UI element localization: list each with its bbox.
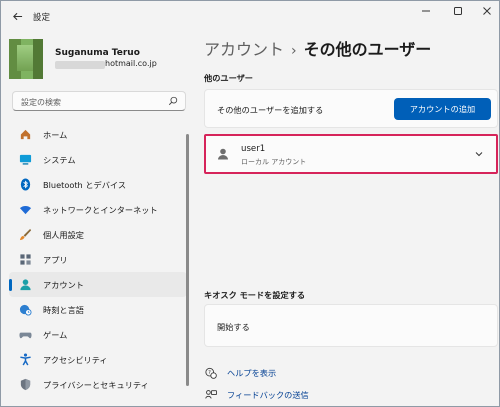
apps-icon [18,253,32,267]
sidebar-item-bluetooth[interactable]: Bluetooth とデバイス [9,172,187,197]
sidebar-item-label: ゲーム [43,329,68,340]
add-other-user-label: その他のユーザーを追加する [217,105,324,115]
wifi-icon [18,203,32,217]
accessibility-icon [18,353,32,367]
minimize-button[interactable] [412,3,440,19]
search-placeholder: 設定の検索 [21,98,61,107]
breadcrumb: アカウント › その他のユーザー [204,36,431,60]
sidebar-item-apps[interactable]: アプリ [9,247,187,272]
sidebar-item-label: アプリ [43,254,68,265]
other-users-heading: 他のユーザー [204,73,253,83]
sidebar-nav: ホーム システム Bluetooth とデバイス ネットワークとインターネット … [9,122,187,397]
title-bar: 設定 [1,1,499,31]
account-name: user1 [241,144,266,154]
help-link-label: ヘルプを表示 [227,368,277,378]
sidebar-item-personalization[interactable]: 個人用設定 [9,222,187,247]
search-input[interactable]: 設定の検索 [12,91,186,111]
user-email: hotmail.co.jp [105,59,157,68]
user-name: Suganuma Teruo [55,48,140,58]
sidebar-item-label: 時刻と言語 [43,304,84,315]
feedback-link-label: フィードバックの送信 [227,390,309,400]
user-account-row[interactable]: user1 ローカル アカウント [204,134,498,174]
home-icon [18,128,32,142]
shield-icon [18,378,32,392]
account-type: ローカル アカウント [241,158,307,166]
sidebar-item-gaming[interactable]: ゲーム [9,322,187,347]
breadcrumb-separator: › [291,43,297,59]
kiosk-start-label: 開始する [217,322,250,332]
feedback-icon [204,388,218,402]
window-title: 設定 [33,13,51,23]
help-link[interactable]: ? ヘルプを表示 [204,365,276,381]
close-button[interactable] [473,3,499,19]
sidebar-item-time-language[interactable]: 時刻と言語 [9,297,187,322]
sidebar-item-label: プライバシーとセキュリティ [43,379,149,390]
sidebar-item-label: Bluetooth とデバイス [43,179,127,190]
sidebar-item-network[interactable]: ネットワークとインターネット [9,197,187,222]
help-icon: ? [204,366,218,380]
chevron-down-icon[interactable] [474,149,484,159]
settings-window: 設定 Suganuma Teruo hotmail.co.jp 設定の検索 ホー… [0,0,500,407]
sidebar-item-label: システム [43,154,76,165]
account-icon [18,278,32,292]
kiosk-start-card[interactable]: 開始する [204,304,498,347]
sidebar-item-label: 個人用設定 [43,229,84,240]
maximize-icon [454,7,462,15]
feedback-link[interactable]: フィードバックの送信 [204,387,309,403]
add-account-button[interactable]: アカウントの追加 [394,98,491,120]
system-icon [18,153,32,167]
close-icon [483,7,491,15]
maximize-button[interactable] [444,3,472,19]
sidebar-item-label: ネットワークとインターネット [43,204,158,215]
minimize-icon [422,10,430,12]
sidebar-item-accessibility[interactable]: アクセシビリティ [9,347,187,372]
search-icon [168,96,178,106]
sidebar-item-label: ホーム [43,129,68,140]
svg-text:?: ? [208,370,211,376]
gamepad-icon [18,328,32,342]
globe-clock-icon [18,303,32,317]
page-title: その他のユーザー [303,40,432,59]
back-button[interactable] [9,8,25,24]
arrow-left-icon [12,12,22,20]
sidebar-item-system[interactable]: システム [9,147,187,172]
email-redaction [55,61,105,69]
sidebar-item-label: アカウント [43,279,84,290]
sidebar-item-accounts[interactable]: アカウント [9,272,187,297]
bluetooth-icon [18,178,32,192]
sidebar-item-home[interactable]: ホーム [9,122,187,147]
user-icon [218,148,228,160]
sidebar-item-privacy[interactable]: プライバシーとセキュリティ [9,372,187,397]
brush-icon [18,228,32,242]
add-other-user-card: その他のユーザーを追加する アカウントの追加 [204,89,498,128]
avatar[interactable] [9,39,43,79]
kiosk-heading: キオスク モードを設定する [204,290,306,300]
sidebar-item-label: アクセシビリティ [43,354,108,365]
breadcrumb-parent[interactable]: アカウント [204,40,284,59]
sidebar-scrollbar[interactable] [186,134,189,386]
